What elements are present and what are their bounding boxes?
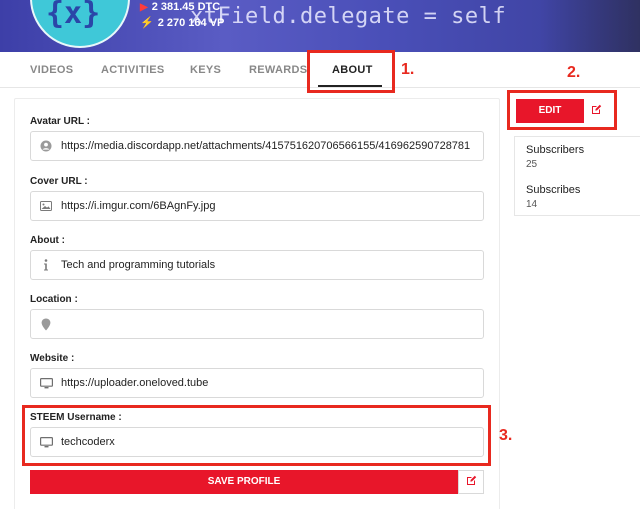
annotation-label-2: 2. (567, 64, 581, 81)
banner-code-text: xtField.delegate = self (190, 4, 507, 29)
about-field[interactable]: Tech and programming tutorials (30, 250, 484, 280)
tab-keys[interactable]: KEYS (190, 52, 221, 88)
cover-url-field[interactable]: https://i.imgur.com/6BAgnFy.jpg (30, 191, 484, 221)
annotation-box-about-tab (307, 50, 395, 93)
avatar-url-label: Avatar URL : (30, 116, 91, 127)
edit-icon (466, 473, 477, 491)
website-label: Website : (30, 353, 75, 364)
vp-balance: ⚡ 2 270 164 VP (140, 16, 224, 29)
about-label: About : (30, 235, 65, 246)
location-label: Location : (30, 294, 78, 305)
banner-shade (540, 0, 640, 52)
info-icon (31, 259, 61, 271)
tab-activities[interactable]: ACTIVITIES (101, 52, 165, 88)
play-icon: ▶ (140, 2, 148, 13)
about-value: Tech and programming tutorials (61, 259, 216, 271)
annotation-box-steem-username (22, 405, 491, 466)
annotation-label-3: 3. (499, 427, 513, 444)
monitor-icon (31, 377, 61, 389)
subscribes-count: 14 (526, 199, 538, 210)
save-edit-icon-button[interactable] (458, 470, 484, 494)
subscribers-count: 25 (526, 159, 538, 170)
website-field[interactable]: https://uploader.oneloved.tube (30, 368, 484, 398)
subscribes-label: Subscribes (526, 184, 581, 196)
bolt-icon: ⚡ (140, 17, 154, 29)
annotation-label-1: 1. (401, 61, 415, 78)
user-icon (31, 140, 61, 152)
vp-value: 2 270 164 VP (157, 17, 225, 29)
avatar-text: {x} (46, 0, 101, 31)
save-profile-button[interactable]: SAVE PROFILE (30, 470, 458, 494)
website-value: https://uploader.oneloved.tube (61, 377, 209, 389)
image-icon (31, 201, 61, 211)
cover-url-value: https://i.imgur.com/6BAgnFy.jpg (61, 200, 216, 212)
avatar-url-value: https://media.discordapp.net/attachments… (61, 140, 471, 152)
location-field[interactable] (30, 309, 484, 339)
channel-banner: xtField.delegate = self {x} ▶ 2 381.45 DT… (0, 0, 640, 52)
avatar[interactable]: {x} (30, 0, 130, 48)
map-pin-icon (31, 318, 61, 331)
edit-icon (591, 102, 602, 120)
tab-rewards[interactable]: REWARDS (249, 52, 307, 88)
cover-url-label: Cover URL : (30, 176, 88, 187)
edit-icon-button[interactable] (584, 99, 608, 123)
avatar-url-field[interactable]: https://media.discordapp.net/attachments… (30, 131, 484, 161)
dtc-value: 2 381.45 DTC (151, 1, 221, 13)
subscribers-label: Subscribers (526, 144, 585, 156)
edit-button[interactable]: EDIT (516, 99, 584, 123)
dtc-balance: ▶ 2 381.45 DTC (140, 1, 220, 13)
tab-videos[interactable]: VIDEOS (30, 52, 73, 88)
profile-page: xtField.delegate = self {x} ▶ 2 381.45 DT… (0, 0, 640, 509)
